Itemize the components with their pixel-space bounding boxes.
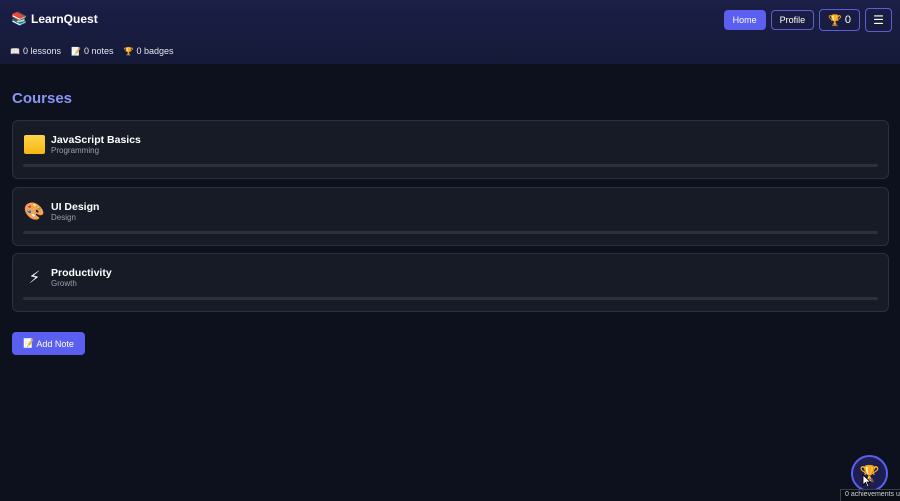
add-note-button[interactable]: 📝 Add Note <box>12 332 85 355</box>
course-name: JavaScript Basics <box>51 134 141 146</box>
stat-badges: 🏆 0 badges <box>124 46 174 56</box>
stat-lessons-text: 0 lessons <box>22 46 61 56</box>
stat-notes: 📝 0 notes <box>71 46 114 56</box>
profile-button[interactable]: Profile <box>770 10 815 30</box>
trophy-button[interactable]: 🏆 0 <box>819 9 860 31</box>
achievements-toast: 0 achievements u <box>840 489 900 501</box>
stats-bar: 📖 0 lessons 📝 0 notes 🏆 0 badges <box>10 46 174 56</box>
trophy-count: 0 <box>844 14 851 26</box>
trophy-icon: 🏆 <box>828 14 842 27</box>
course-category: Design <box>51 213 76 222</box>
mouse-cursor-icon <box>862 474 872 488</box>
course-card-ui-design[interactable]: 🎨 UI Design Design <box>12 187 889 246</box>
course-name: Productivity <box>51 267 112 279</box>
stat-lessons: 📖 0 lessons <box>10 46 61 56</box>
lightning-icon: ⚡ <box>28 267 41 287</box>
books-icon: 📚 <box>11 11 28 26</box>
stat-notes-text: 0 notes <box>83 46 114 56</box>
memo-icon: 📝 <box>23 338 35 348</box>
palette-icon: 🎨 <box>23 201 46 221</box>
stat-badges-text: 0 badges <box>136 46 174 56</box>
course-category: Growth <box>51 279 77 288</box>
course-name: UI Design <box>51 201 100 213</box>
top-nav: Home Profile 🏆 0 ☰ <box>723 7 892 32</box>
home-button[interactable]: Home <box>723 10 766 30</box>
hamburger-icon: ☰ <box>873 13 884 27</box>
book-icon: 📖 <box>10 46 20 56</box>
yellow-square-icon <box>24 135 45 154</box>
courses-heading: Courses <box>12 90 73 107</box>
trophy-icon: 🏆 <box>123 46 134 56</box>
memo-icon: 📝 <box>71 46 81 56</box>
course-progress-bar <box>23 297 878 300</box>
course-category: Programming <box>51 146 100 155</box>
course-card-productivity[interactable]: ⚡ Productivity Growth <box>12 253 889 312</box>
app-header: 📚 LearnQuest Home Profile 🏆 0 ☰ 📖 0 less… <box>0 0 900 64</box>
menu-button[interactable]: ☰ <box>865 8 892 32</box>
app-name: LearnQuest <box>31 12 98 26</box>
course-progress-bar <box>23 231 878 234</box>
course-progress-bar <box>23 164 878 167</box>
add-note-label: Add Note <box>36 338 74 349</box>
brand[interactable]: 📚 LearnQuest <box>11 11 98 27</box>
course-card-javascript-basics[interactable]: JavaScript Basics Programming <box>12 120 889 179</box>
